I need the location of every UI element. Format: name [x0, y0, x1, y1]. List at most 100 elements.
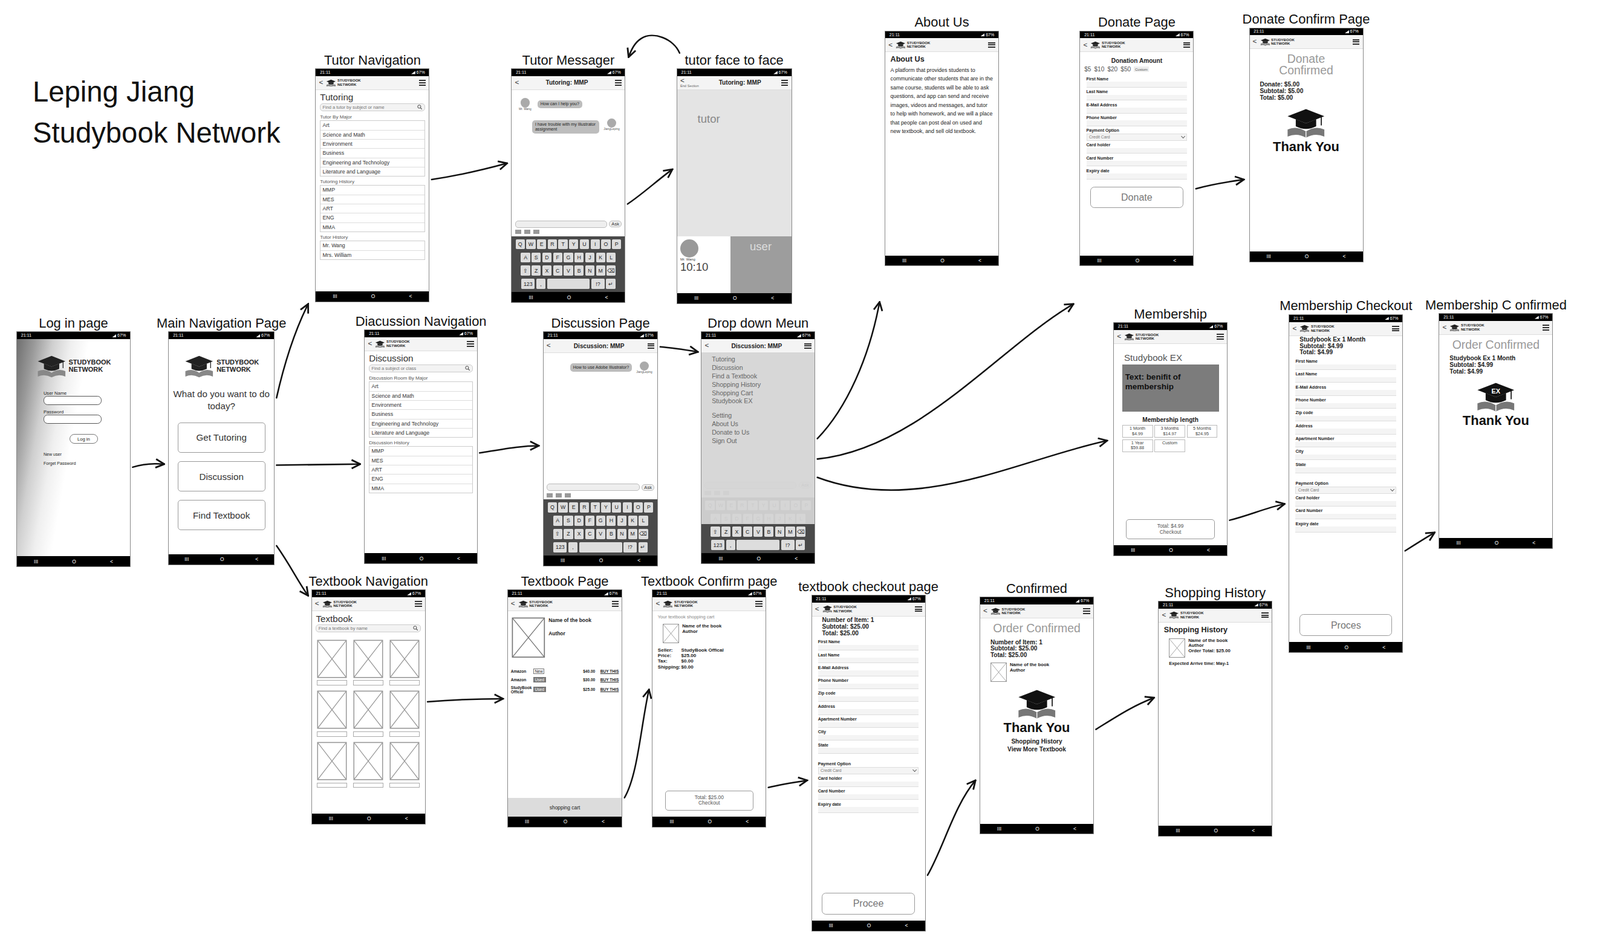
- ask-button[interactable]: Ask: [608, 220, 622, 228]
- system-nav-button[interactable]: <: [457, 555, 461, 562]
- keyboard-key[interactable]: K: [596, 252, 606, 264]
- keyboard-key[interactable]: W: [526, 239, 536, 250]
- list-item[interactable]: ENG: [320, 212, 425, 222]
- text-input[interactable]: [818, 645, 920, 651]
- system-nav-button[interactable]: O: [757, 555, 762, 562]
- system-nav-button[interactable]: O: [867, 922, 872, 929]
- hamburger-menu-icon[interactable]: [614, 79, 623, 86]
- list-item[interactable]: MMP: [369, 446, 473, 456]
- keyboard-key[interactable]: Q: [515, 239, 525, 250]
- keyboard-key[interactable]: ⌫: [796, 526, 806, 537]
- back-button[interactable]: <: [888, 41, 893, 49]
- hamburger-menu-icon[interactable]: [1352, 39, 1360, 45]
- hamburger-menu-icon[interactable]: [914, 606, 923, 612]
- text-input[interactable]: [1295, 442, 1397, 448]
- keyboard-key[interactable]: 123: [553, 542, 567, 553]
- system-nav-button[interactable]: <: [1173, 257, 1177, 264]
- menu-item[interactable]: Donate to Us: [711, 428, 805, 438]
- system-nav-button[interactable]: III: [1306, 644, 1311, 651]
- login-button[interactable]: Log in: [69, 434, 98, 444]
- system-nav-button[interactable]: O: [71, 558, 77, 565]
- system-nav-button[interactable]: <: [255, 556, 259, 563]
- text-input[interactable]: [1086, 173, 1188, 179]
- hamburger-menu-icon[interactable]: [419, 79, 427, 86]
- hamburger-menu-icon[interactable]: [1183, 42, 1191, 48]
- system-nav-button[interactable]: III: [902, 257, 907, 264]
- keyboard-key[interactable]: G: [596, 515, 606, 527]
- list-item[interactable]: MMP: [320, 185, 425, 195]
- menu-item[interactable]: About Us: [711, 420, 805, 429]
- menu-item[interactable]: Sign Out: [711, 437, 805, 446]
- text-input[interactable]: [818, 696, 920, 703]
- system-nav-button[interactable]: III: [33, 558, 39, 565]
- list-item[interactable]: Art: [320, 120, 425, 130]
- text-input[interactable]: [1295, 467, 1397, 473]
- list-item[interactable]: Literature and Language: [320, 166, 425, 176]
- checkout-button[interactable]: Total: $4.99Checkout: [1125, 519, 1215, 539]
- system-nav-button[interactable]: O: [1035, 826, 1040, 833]
- text-input[interactable]: [1086, 94, 1188, 101]
- textbook-tile[interactable]: [316, 639, 348, 686]
- keyboard-key[interactable]: D: [574, 515, 584, 527]
- list-item[interactable]: Business: [369, 409, 473, 419]
- textbook-tile[interactable]: [389, 690, 420, 737]
- text-input[interactable]: [1086, 160, 1188, 167]
- textbook-tile[interactable]: [353, 741, 384, 788]
- hamburger-menu-icon[interactable]: [466, 341, 475, 347]
- system-nav-button[interactable]: O: [599, 557, 604, 564]
- keyboard-key[interactable]: U: [579, 239, 589, 250]
- system-nav-button[interactable]: <: [637, 557, 641, 564]
- menu-item[interactable]: Tutoring: [711, 355, 805, 365]
- keyboard-key[interactable]: S: [531, 252, 541, 264]
- keyboard-key[interactable]: !?: [781, 539, 795, 551]
- system-nav-button[interactable]: O: [1304, 253, 1310, 260]
- buy-button[interactable]: BUY THIS: [600, 669, 620, 674]
- list-item[interactable]: MES: [320, 194, 425, 204]
- keyboard-key[interactable]: B: [574, 265, 584, 276]
- keyboard-key[interactable]: W: [558, 502, 568, 513]
- system-nav-button[interactable]: O: [1214, 827, 1219, 834]
- keyboard-key[interactable]: H: [606, 515, 616, 527]
- textbook-tile[interactable]: [353, 639, 384, 686]
- system-nav-button[interactable]: III: [381, 555, 386, 562]
- keyboard-key[interactable]: ↵: [795, 539, 805, 551]
- keyboard-key[interactable]: Q: [547, 502, 557, 513]
- list-item[interactable]: Mrs. William: [320, 250, 425, 260]
- nav-button[interactable]: Get Tutoring: [177, 422, 266, 454]
- keyboard-key[interactable]: N: [617, 529, 627, 540]
- text-input[interactable]: [1295, 513, 1397, 520]
- shopping-cart-button[interactable]: shopping cart: [507, 798, 623, 817]
- amount-option[interactable]: Custom: [1133, 66, 1149, 72]
- plan-option[interactable]: 1 Month$4.99: [1122, 425, 1154, 438]
- system-nav-button[interactable]: O: [220, 556, 225, 563]
- keyboard-key[interactable]: J: [585, 252, 595, 264]
- system-nav-button[interactable]: O: [567, 294, 572, 301]
- keyboard-key[interactable]: V: [753, 526, 763, 537]
- system-nav-button[interactable]: <: [405, 815, 409, 822]
- keyboard-key[interactable]: Y: [569, 239, 579, 250]
- keyboard-key[interactable]: 123: [711, 539, 725, 551]
- keyboard-key[interactable]: S: [563, 515, 573, 527]
- message-input[interactable]: [546, 483, 640, 492]
- menu-item[interactable]: Shopping Cart: [711, 389, 805, 398]
- submit-button[interactable]: Procee: [821, 893, 915, 915]
- text-input[interactable]: [1295, 364, 1397, 371]
- system-nav-button[interactable]: <: [604, 294, 608, 301]
- system-nav-button[interactable]: <: [770, 295, 774, 302]
- keyboard-key[interactable]: C: [553, 265, 563, 276]
- hamburger-menu-icon[interactable]: [781, 79, 789, 86]
- keyboard-key[interactable]: N: [585, 265, 595, 276]
- image-icon[interactable]: [515, 229, 522, 235]
- system-nav-button[interactable]: III: [1175, 827, 1180, 834]
- keyboard-key[interactable]: L: [638, 515, 648, 527]
- keyboard-key[interactable]: !?: [623, 542, 637, 553]
- keyboard-key[interactable]: G: [563, 252, 573, 264]
- submit-button[interactable]: Proces: [1299, 614, 1392, 637]
- keyboard-key[interactable]: ⌫: [638, 529, 648, 540]
- end-session-button[interactable]: End Section: [680, 84, 700, 89]
- keyboard-key[interactable]: A: [553, 515, 563, 527]
- list-item[interactable]: Engineering and Technology: [369, 419, 473, 429]
- text-input[interactable]: [818, 747, 920, 754]
- ask-button[interactable]: Ask: [641, 484, 655, 492]
- back-button[interactable]: <: [510, 600, 516, 608]
